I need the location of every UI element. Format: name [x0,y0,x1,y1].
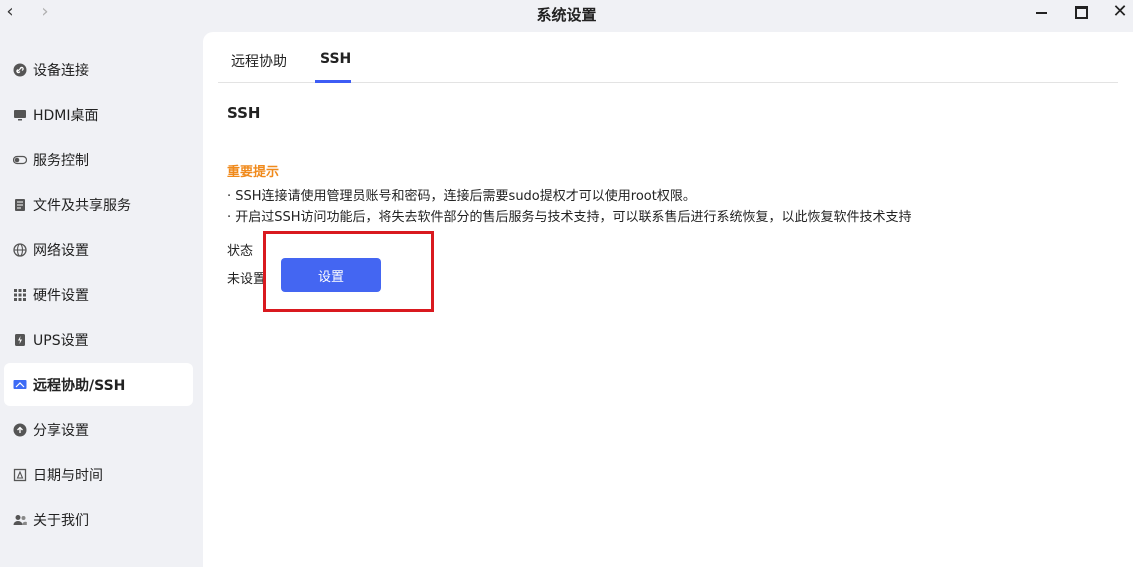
file-share-icon [13,198,27,212]
tab-bar: 远程协助 SSH [218,32,1118,83]
sidebar-item-date-time[interactable]: 日期与时间 [4,453,193,496]
sidebar-item-about-us[interactable]: 关于我们 [4,498,193,541]
title-bar: ‹ › 系统设置 ✕ [0,0,1133,28]
tab-ssh[interactable]: SSH [320,51,351,67]
notice-line: · SSH连接请使用管理员账号和密码，连接后需要sudo提权才可以使用root权… [227,189,696,204]
sidebar-item-remote-ssh[interactable]: 远程协助/SSH [4,363,193,406]
share-icon [13,423,27,437]
minimize-icon[interactable] [1034,4,1050,20]
sidebar-item-label: 关于我们 [33,512,89,529]
sidebar-item-share-settings[interactable]: 分享设置 [4,408,193,451]
sidebar-item-label: 文件及共享服务 [33,197,131,214]
sidebar-item-service-control[interactable]: 服务控制 [4,138,193,181]
monitor-icon [13,108,27,122]
ups-icon [13,333,27,347]
status-value: 未设置 [227,272,267,287]
sidebar-item-label: 日期与时间 [33,467,103,484]
toggle-icon [12,153,28,167]
users-icon [13,513,27,527]
sidebar-item-hdmi-desktop[interactable]: HDMI桌面 [4,93,193,136]
content-panel: 远程协助 SSH SSH 重要提示 · SSH连接请使用管理员账号和密码，连接后… [203,32,1133,567]
sidebar-item-device-connection[interactable]: 设备连接 [4,48,193,91]
section-title: SSH [227,104,261,122]
tab-remote-assist[interactable]: 远程协助 [231,51,287,71]
sidebar-item-label: 网络设置 [33,242,89,259]
highlight-annotation-box [263,231,434,312]
sidebar-item-label: 设备连接 [33,62,89,79]
notice-title: 重要提示 [227,165,280,180]
maximize-icon[interactable] [1073,4,1089,20]
calendar-icon [13,468,27,482]
link-icon [13,63,27,77]
sidebar-item-ups-settings[interactable]: UPS设置 [4,318,193,361]
sidebar-item-label: HDMI桌面 [33,107,99,124]
sidebar-item-network-settings[interactable]: 网络设置 [4,228,193,271]
window-title: 系统设置 [536,6,597,24]
notice-line: · 开启过SSH访问功能后，将失去软件部分的售后服务与技术支持，可以联系售后进行… [227,210,912,225]
active-tab-indicator [315,80,351,83]
sidebar-item-label: 服务控制 [33,152,89,169]
close-icon[interactable]: ✕ [1112,3,1128,21]
sidebar-item-label: 远程协助/SSH [33,377,126,394]
sidebar-item-file-sharing[interactable]: 文件及共享服务 [4,183,193,226]
sidebar-item-hardware-settings[interactable]: 硬件设置 [4,273,193,316]
status-label: 状态 [227,244,254,259]
remote-icon [13,378,27,392]
grid-icon [13,288,27,302]
sidebar-item-label: 分享设置 [33,422,89,439]
sidebar-item-label: UPS设置 [33,332,89,349]
globe-icon [13,242,27,257]
sidebar-item-label: 硬件设置 [33,287,89,304]
